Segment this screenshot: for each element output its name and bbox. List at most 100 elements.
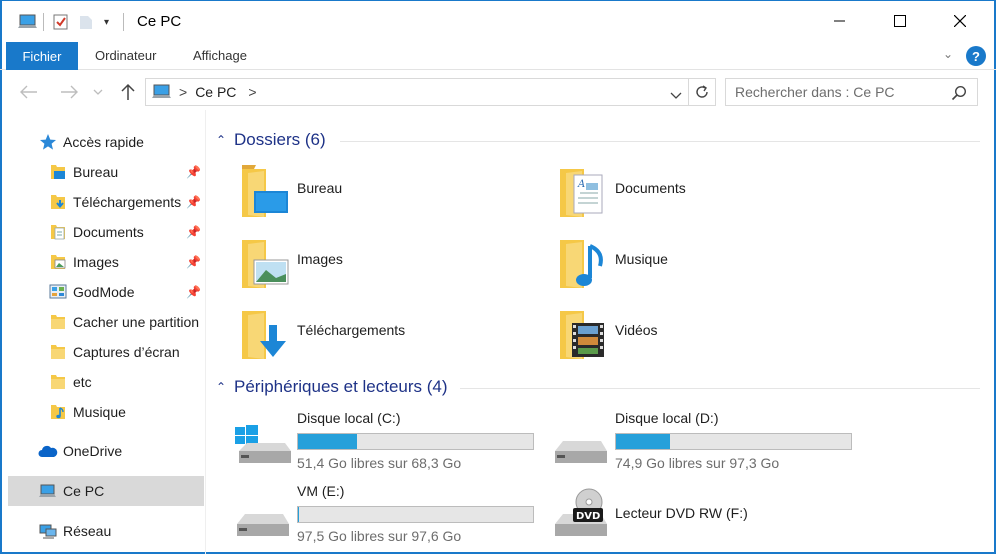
section-divider [340, 141, 980, 142]
drive-name: Disque local (D:) [615, 410, 719, 426]
folder-icon [48, 372, 68, 392]
folder-name: Bureau [297, 180, 343, 196]
hard-drive-icon [233, 484, 293, 540]
minimize-button[interactable] [810, 0, 869, 42]
download-folder-icon [240, 307, 296, 363]
breadcrumb-separator[interactable]: > [248, 84, 256, 100]
drive-usage-fill [298, 434, 357, 449]
pin-icon[interactable]: 📌 [186, 195, 201, 209]
drive-name: VM (E:) [297, 483, 345, 499]
sidebar-item-label: Bureau [73, 164, 119, 180]
sidebar-item-label: Réseau [63, 523, 112, 539]
sidebar-item-label: Ce PC [63, 483, 105, 499]
computer-icon [38, 481, 58, 501]
sidebar-item-label: Accès rapide [63, 134, 144, 150]
sidebar-item-bureau[interactable]: Bureau 📌 [8, 157, 204, 187]
drive-usage-bar [615, 433, 852, 450]
tab-ordinateur[interactable]: Ordinateur [95, 48, 156, 63]
search-icon[interactable] [951, 85, 967, 104]
sidebar-item-etc[interactable]: etc [8, 367, 204, 397]
sidebar-item-acces-rapide[interactable]: Accès rapide [8, 127, 204, 157]
sidebar-item-godmode[interactable]: GodMode 📌 [8, 277, 204, 307]
sidebar-item-label: Cacher une partition [73, 314, 200, 330]
expand-ribbon-icon[interactable]: ⌄ [943, 47, 953, 61]
collapse-chevron-icon[interactable]: ⌃ [216, 133, 234, 147]
windows-drive-icon [233, 411, 293, 467]
recent-locations-button[interactable] [93, 78, 103, 106]
title-separator [123, 13, 125, 31]
folder-bureau[interactable]: Bureau [240, 165, 540, 225]
hard-drive-icon [551, 411, 611, 467]
toolbar-separator [43, 13, 44, 31]
pictures-folder-icon [48, 252, 68, 272]
help-button[interactable]: ? [966, 46, 986, 66]
sidebar-item-label: Images [73, 254, 119, 270]
svg-text:A: A [577, 179, 585, 190]
pin-icon[interactable]: 📌 [186, 285, 201, 299]
customize-toolbar-icon[interactable]: ▾ [104, 17, 109, 28]
new-folder-icon[interactable] [78, 13, 94, 31]
music-folder-icon [558, 236, 614, 292]
sidebar-item-cacher-une-partition[interactable]: Cacher une partition [8, 307, 204, 337]
folder-name: Téléchargements [297, 322, 406, 338]
section-header-dossiers[interactable]: ⌃ Dossiers (6) [216, 129, 326, 151]
sidebar-item-reseau[interactable]: Réseau [8, 516, 204, 546]
videos-folder-icon [558, 307, 614, 363]
sidebar-item-ce-pc[interactable]: Ce PC [8, 476, 204, 506]
collapse-chevron-icon[interactable]: ⌃ [216, 380, 234, 394]
computer-icon [151, 83, 173, 101]
quick-access-toolbar: ▾ [17, 11, 125, 33]
drive-free-space: 74,9 Go libres sur 97,3 Go [615, 455, 780, 471]
drive-d[interactable]: Disque local (D:) 74,9 Go libres sur 97,… [551, 410, 852, 471]
sidebar-item-onedrive[interactable]: OneDrive [8, 436, 204, 466]
download-folder-icon [48, 192, 68, 212]
up-button[interactable] [120, 78, 136, 106]
drive-usage-fill [616, 434, 671, 449]
address-bar[interactable]: > Ce PC > [145, 78, 689, 106]
section-divider [460, 388, 980, 389]
music-folder-icon [48, 402, 68, 422]
properties-icon[interactable] [52, 13, 70, 31]
sidebar-item-label: Musique [73, 404, 126, 420]
pin-icon[interactable]: 📌 [186, 255, 201, 269]
control-panel-icon [48, 282, 68, 302]
cloud-icon [38, 441, 58, 461]
network-icon [38, 521, 58, 541]
folder-telechargements[interactable]: Téléchargements [240, 307, 540, 367]
folder-musique[interactable]: Musique [558, 236, 858, 296]
folder-documents[interactable]: A Documents [558, 165, 858, 225]
section-header-peripheriques[interactable]: ⌃ Périphériques et lecteurs (4) [216, 376, 448, 398]
breadcrumb-ce-pc[interactable]: Ce PC [195, 84, 236, 100]
folder-images[interactable]: Images [240, 236, 540, 296]
tab-affichage[interactable]: Affichage [193, 48, 247, 63]
dvd-drive-icon: DVD [551, 484, 611, 540]
drive-e[interactable]: VM (E:) 97,5 Go libres sur 97,6 Go [233, 483, 534, 544]
pin-icon[interactable]: 📌 [186, 165, 201, 179]
close-button[interactable] [930, 0, 989, 42]
search-box[interactable] [725, 78, 978, 106]
refresh-button[interactable] [689, 78, 716, 106]
sidebar-item-documents[interactable]: Documents 📌 [8, 217, 204, 247]
star-icon [38, 132, 58, 152]
drive-c[interactable]: Disque local (C:) 51,4 Go libres sur 68,… [233, 410, 534, 471]
sidebar-item-images[interactable]: Images 📌 [8, 247, 204, 277]
section-title: Périphériques et lecteurs (4) [234, 377, 448, 396]
maximize-button[interactable] [870, 0, 929, 42]
pin-icon[interactable]: 📌 [186, 225, 201, 239]
drive-f[interactable]: DVD Lecteur DVD RW (F:) [551, 484, 851, 544]
sidebar-item-musique[interactable]: Musique [8, 397, 204, 427]
sidebar-item-label: etc [73, 374, 92, 390]
pane-divider[interactable] [205, 110, 206, 554]
search-input[interactable] [726, 84, 946, 100]
back-button[interactable] [20, 78, 38, 106]
desktop-folder-icon [240, 165, 296, 221]
forward-button[interactable] [60, 78, 78, 106]
tab-fichier[interactable]: Fichier [6, 42, 78, 70]
breadcrumb-separator[interactable]: > [179, 84, 187, 100]
sidebar-item-telechargements[interactable]: Téléchargements 📌 [8, 187, 204, 217]
sidebar-item-captures-d-ecran[interactable]: Captures d’écran [8, 337, 204, 367]
folder-videos[interactable]: Vidéos [558, 307, 858, 367]
pictures-folder-icon [240, 236, 296, 292]
address-dropdown-icon[interactable] [670, 87, 682, 103]
computer-icon[interactable] [17, 12, 39, 32]
